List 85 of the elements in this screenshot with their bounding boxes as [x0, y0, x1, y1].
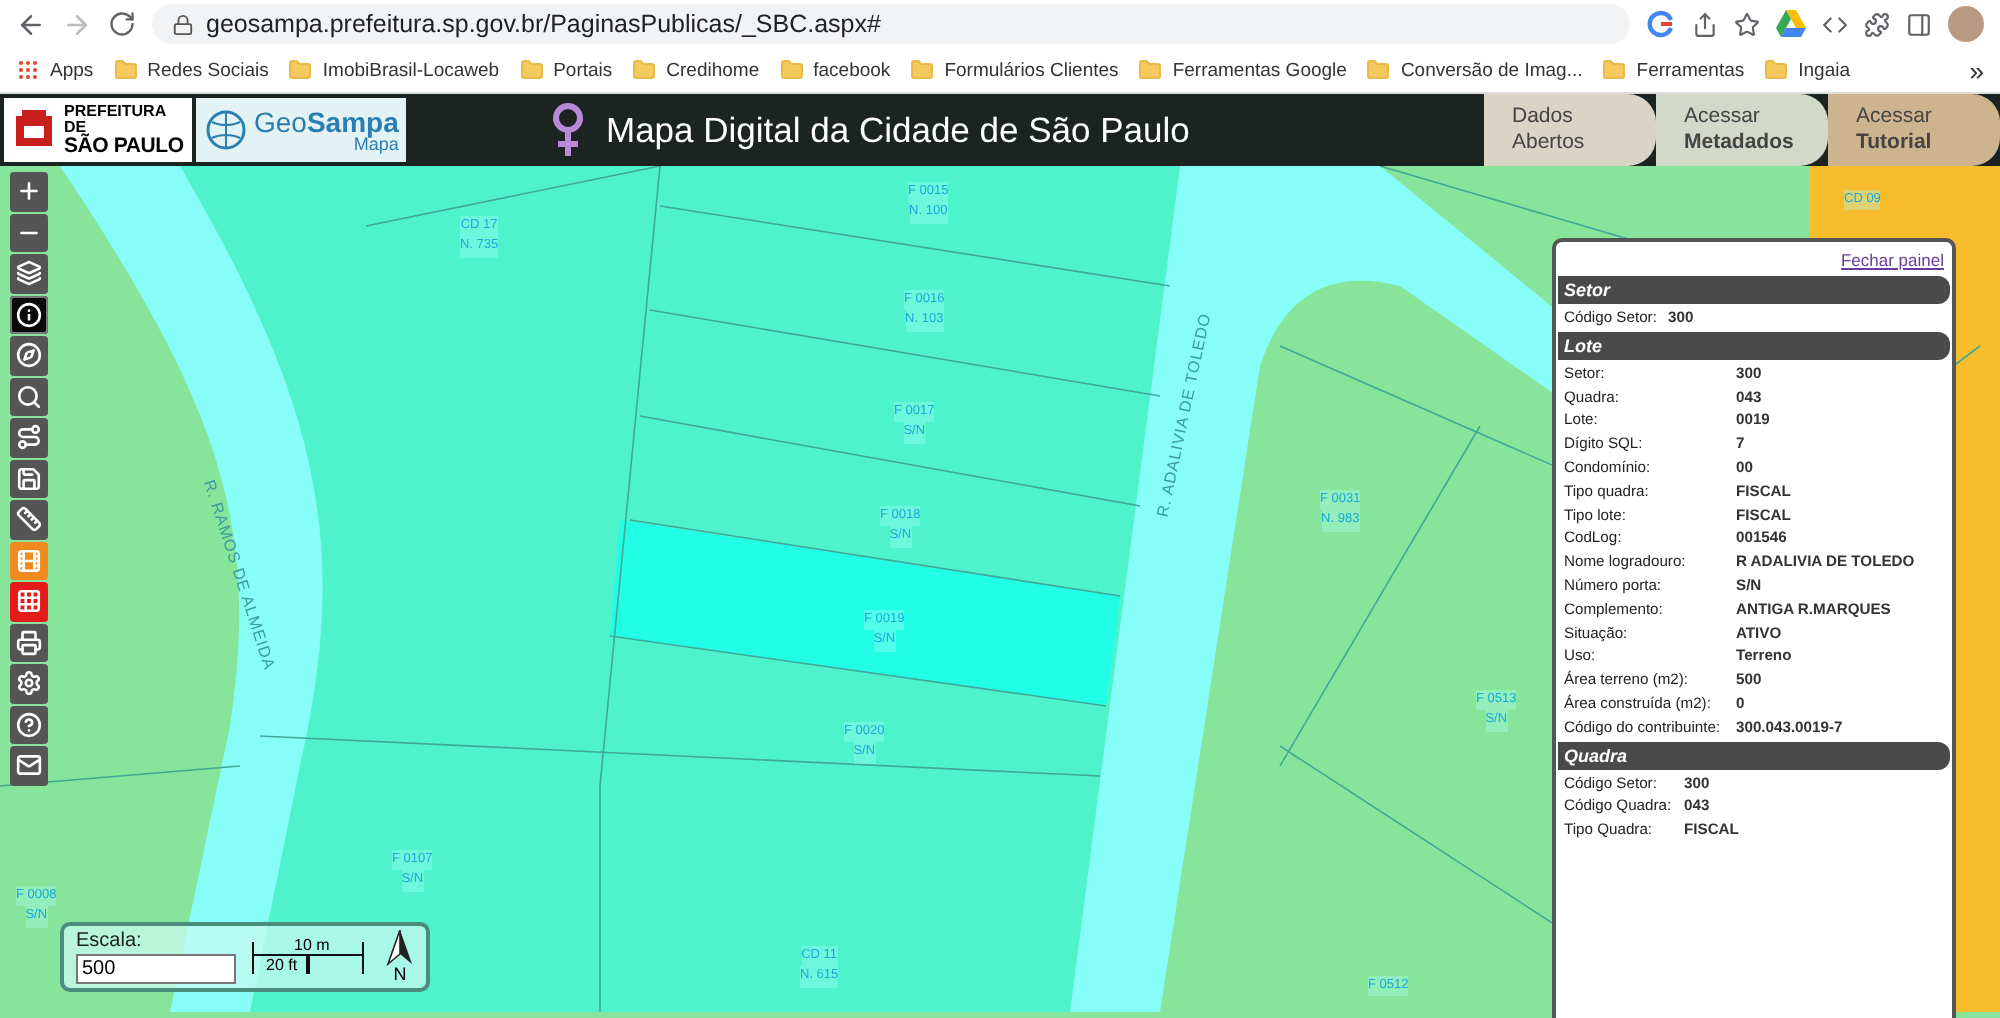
print-tool-button[interactable] [10, 623, 48, 662]
logo-text: SÃO PAULO [64, 135, 184, 157]
extensions-icon[interactable] [1864, 11, 1890, 37]
folder-icon [519, 58, 544, 82]
venus-symbol-icon [550, 102, 586, 158]
folder-icon [779, 58, 804, 82]
back-icon[interactable] [16, 9, 46, 39]
url-text: geosampa.prefeitura.sp.gov.br/PaginasPublicas/_SBC.aspx# [206, 10, 881, 38]
folder-icon [1138, 58, 1163, 82]
info-tool-button[interactable] [10, 295, 48, 334]
ruler-icon [16, 506, 42, 533]
bookmark[interactable]: Ingaia [1764, 58, 1851, 82]
print-icon [16, 629, 42, 656]
bookmark[interactable]: Formulários Clientes [910, 58, 1119, 82]
bookmark[interactable]: Ferramentas Google [1138, 58, 1347, 82]
minus-tool-button[interactable] [10, 213, 48, 252]
bookmark[interactable]: Credihome [632, 58, 760, 82]
bookmark[interactable]: Redes Sociais [113, 58, 269, 82]
plus-icon [16, 178, 42, 205]
page-title: Mapa Digital da Cidade de São Paulo [606, 109, 1190, 151]
info-icon [16, 301, 42, 328]
bookmark-star-icon[interactable] [1734, 11, 1760, 37]
mail-icon [16, 752, 42, 779]
film-icon [16, 547, 42, 574]
city-crest-icon [12, 108, 56, 152]
folder-icon [288, 58, 313, 82]
plus-tool-button[interactable] [10, 172, 48, 211]
globe-icon [204, 108, 248, 152]
google-lens-icon[interactable] [1646, 10, 1676, 38]
header-link[interactable]: Acessar Tutorial [1828, 94, 2000, 166]
street-name: R. ADALIVIA DE TOLEDO [1153, 311, 1215, 519]
compass-icon [16, 342, 42, 369]
help-icon [16, 711, 42, 738]
header-link[interactable]: Acessar Metadados [1656, 94, 1828, 166]
bookmark[interactable]: ImobiBrasil-Locaweb [288, 58, 500, 82]
layers-icon [16, 260, 42, 287]
address-bar[interactable]: geosampa.prefeitura.sp.gov.br/PaginasPublicas/_SBC.aspx# [152, 4, 1630, 44]
bookmark[interactable]: Conversão de Imag... [1366, 58, 1583, 82]
profile-avatar[interactable] [1948, 6, 1984, 42]
bookmark[interactable]: Apps [16, 58, 94, 82]
section-header: Setor [1558, 276, 1950, 304]
section-header: Quadra [1558, 741, 1950, 770]
folder-icon [1764, 58, 1789, 82]
app-subtitle: Mapa [353, 135, 399, 153]
section-header: Lote [1558, 331, 1950, 360]
settings-icon [16, 670, 42, 697]
mail-tool-button[interactable] [10, 746, 48, 785]
share-icon[interactable] [1692, 11, 1718, 37]
apps-grid-icon [16, 58, 40, 82]
grid-icon [16, 588, 42, 615]
code-extension-icon[interactable] [1822, 11, 1848, 37]
bookmark[interactable]: Portais [519, 58, 613, 82]
help-tool-button[interactable] [10, 705, 48, 744]
bookmark[interactable]: facebook [779, 58, 891, 82]
search-icon [16, 383, 42, 410]
reload-icon[interactable] [108, 10, 136, 38]
folder-icon [113, 58, 138, 82]
app-name: GeoSampa [254, 107, 399, 135]
save-icon [16, 465, 42, 492]
bookmark[interactable]: Ferramentas [1602, 58, 1745, 82]
logo-text: PREFEITURA DE [64, 103, 168, 136]
header-link[interactable]: Dados Abertos [1484, 94, 1656, 166]
folder-icon [632, 58, 657, 82]
scale-input[interactable]: 500 [76, 954, 236, 984]
save-tool-button[interactable] [10, 459, 48, 498]
scale-label: Escala: [76, 930, 144, 952]
drive-icon[interactable] [1776, 10, 1806, 38]
scale-bar-drawing: 10 m 20 ft [252, 941, 364, 973]
settings-tool-button[interactable] [10, 664, 48, 703]
ruler-tool-button[interactable] [10, 500, 48, 539]
north-label: N [393, 966, 407, 984]
route-tool-button[interactable] [10, 418, 48, 457]
route-icon [16, 424, 42, 451]
side-panel-icon[interactable] [1906, 11, 1932, 37]
lock-icon [172, 13, 194, 35]
compass-tool-button[interactable] [10, 336, 48, 375]
grid-tool-button[interactable] [10, 582, 48, 621]
folder-icon [1366, 58, 1391, 82]
search-tool-button[interactable] [10, 377, 48, 416]
more-bookmarks[interactable]: » [1969, 55, 1984, 85]
north-arrow-icon [386, 930, 414, 966]
close-panel-link[interactable]: Fechar painel [1840, 250, 1944, 270]
layers-tool-button[interactable] [10, 254, 48, 293]
folder-icon [1602, 58, 1627, 82]
folder-icon [910, 58, 935, 82]
